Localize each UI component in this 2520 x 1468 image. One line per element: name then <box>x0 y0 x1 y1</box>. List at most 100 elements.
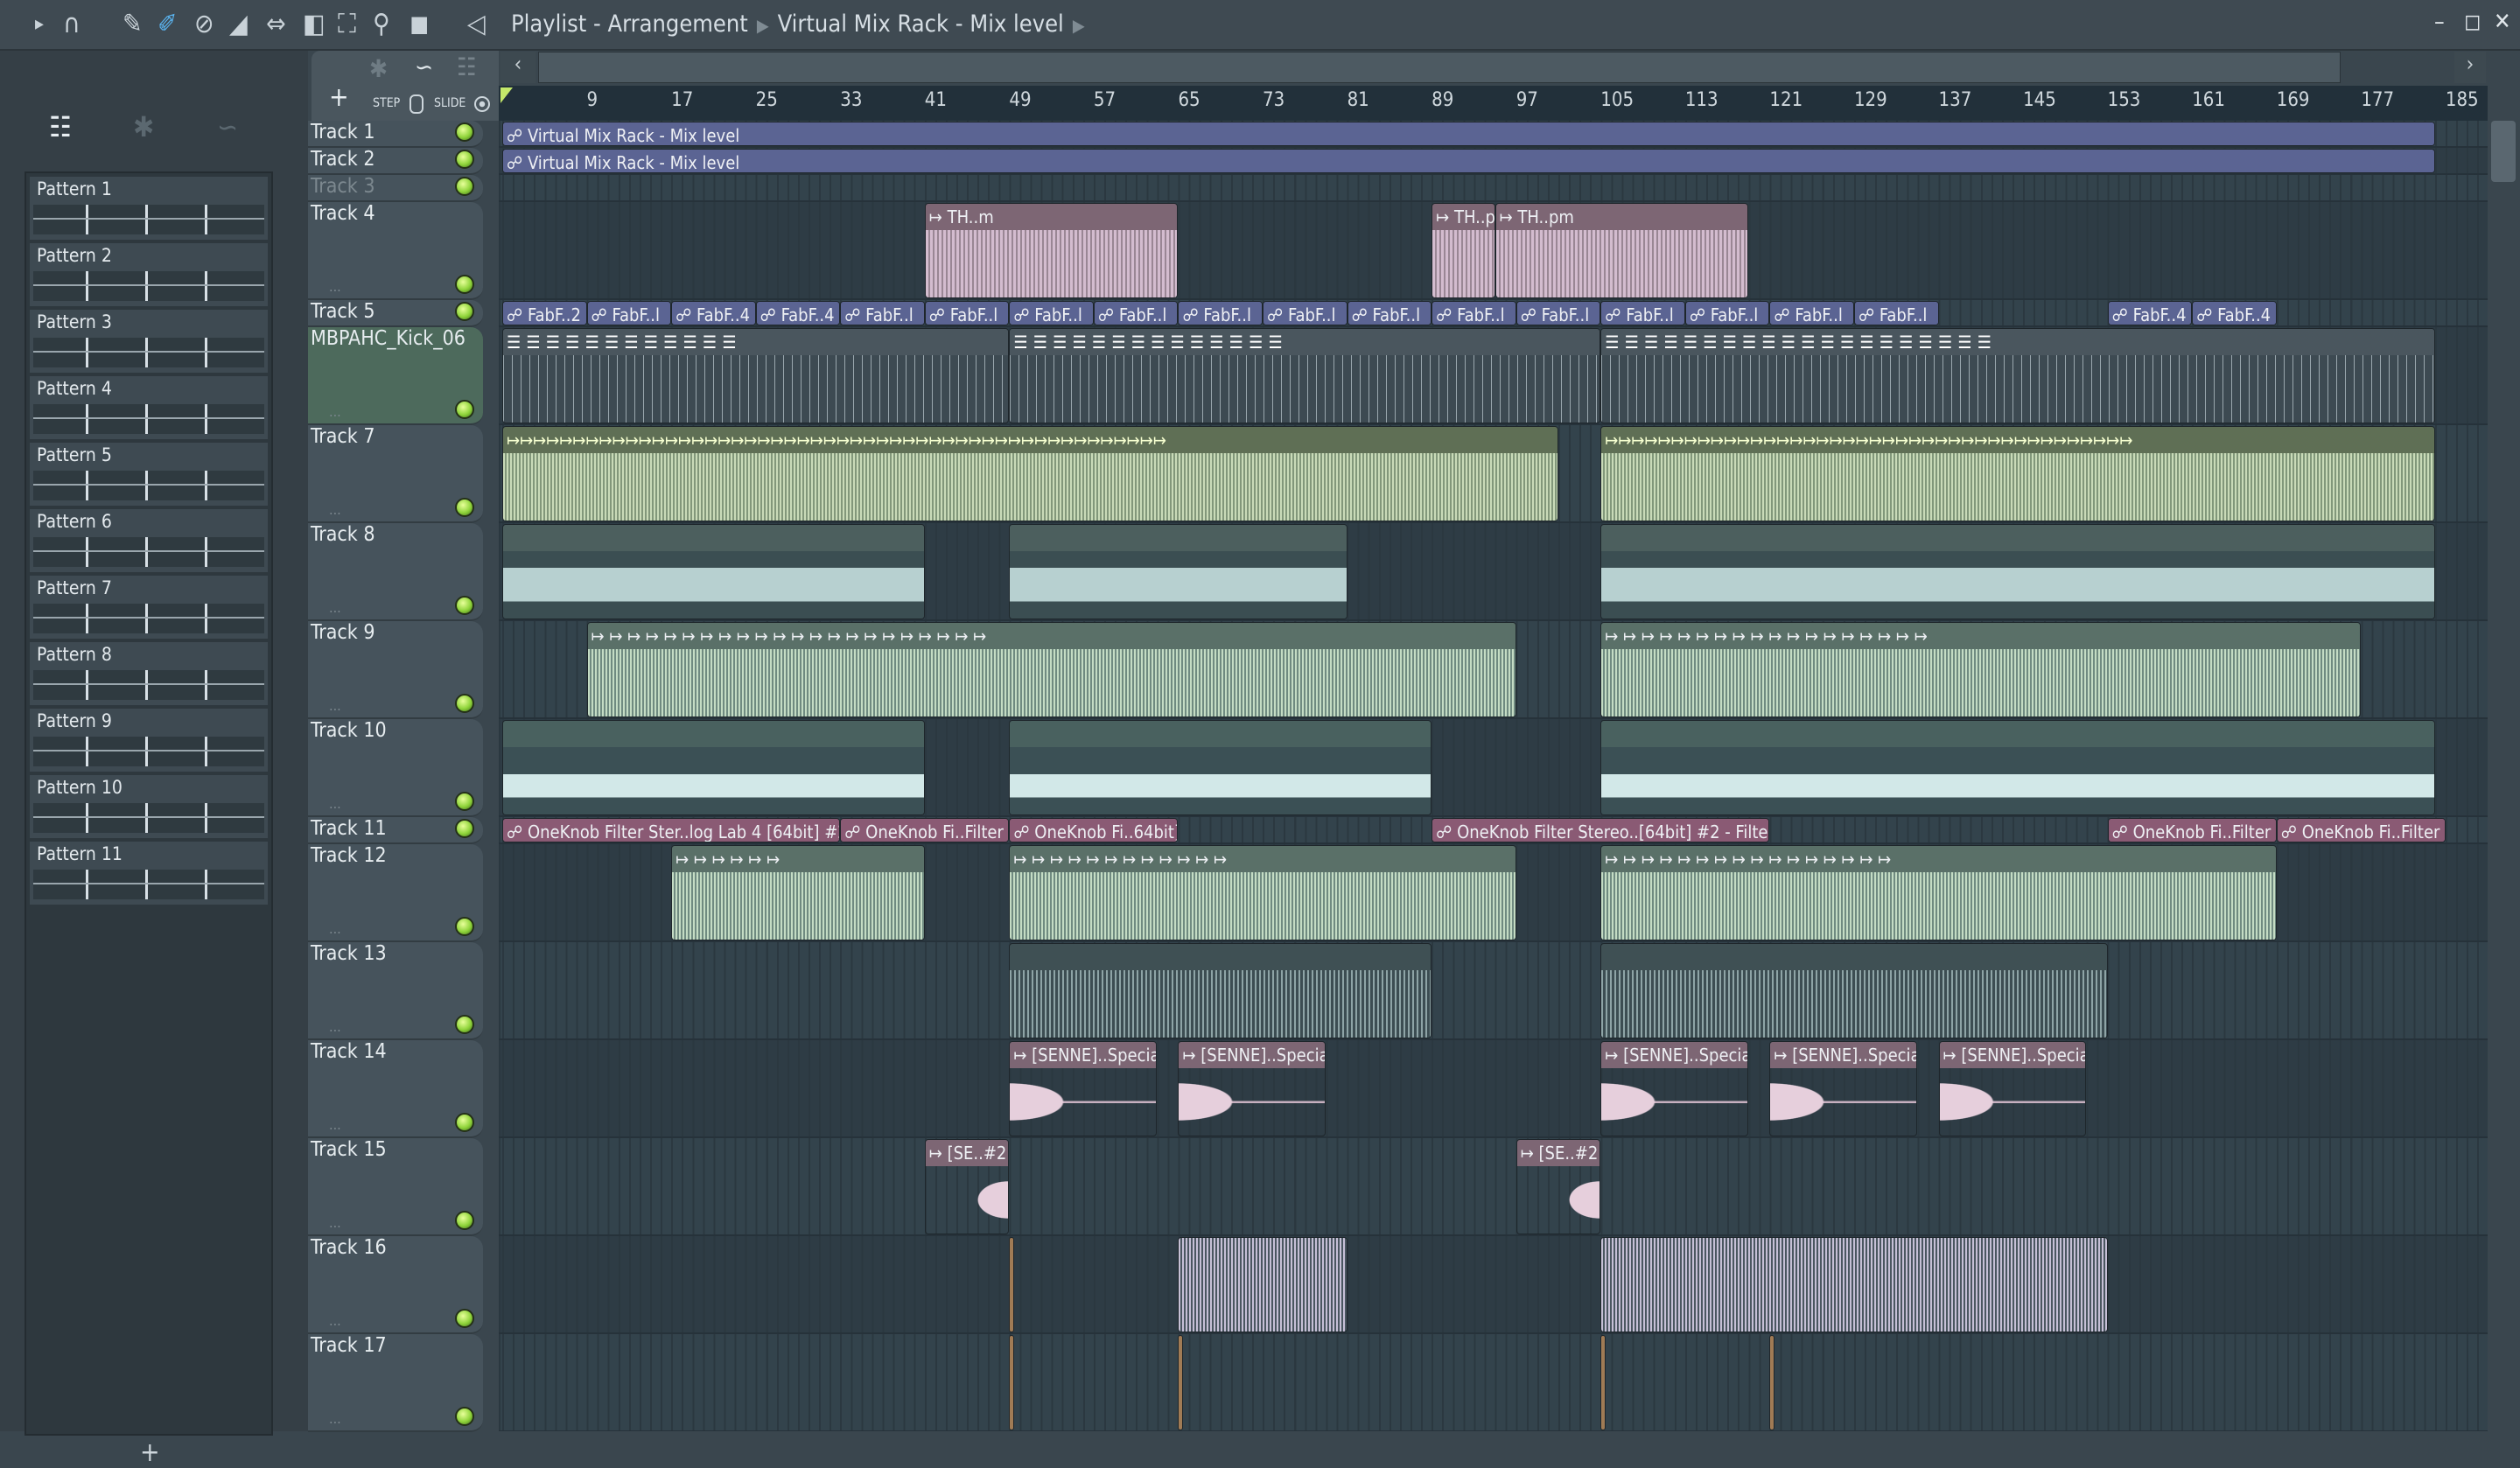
audio-clip[interactable] <box>1009 1335 1015 1430</box>
playhead-marker-icon[interactable] <box>500 87 513 103</box>
track-header[interactable]: Track 15... <box>308 1138 483 1236</box>
clip-header[interactable]: ☍ OneKnob Fi..Filter <box>2277 819 2445 842</box>
clip-header[interactable]: ↦ ↦ ↦ ↦ ↦ ↦ ↦ ↦ ↦ ↦ ↦ ↦ ↦ ↦ ↦ ↦ <box>1601 846 2276 872</box>
automation-clip[interactable]: ☍ FabF..4 <box>2192 301 2277 325</box>
piano-roll-icon[interactable]: ☷ <box>457 52 477 81</box>
track-header[interactable]: Track 7... <box>308 425 483 523</box>
clip-header[interactable]: ↦ [SENNE]..Special <box>1770 1042 1917 1068</box>
pattern-clip[interactable]: ☰ ☰ ☰ ☰ ☰ ☰ ☰ ☰ ☰ ☰ ☰ ☰ <box>502 328 1010 423</box>
clip-header[interactable]: ↦ [SENNE]..Special <box>1939 1042 2086 1068</box>
track-mute-led[interactable] <box>455 917 474 936</box>
clip-header[interactable]: ☍ OneKnob Filter Ster..log Lab 4 [64bit]… <box>503 819 840 842</box>
track-lane[interactable]: ↦ TH..m ↦ TH..pm↦ TH..pm <box>499 202 2488 300</box>
track-grip-icon[interactable]: ... <box>329 501 341 518</box>
audio-clip[interactable]: ↦ [SE..#2 <box>1516 1139 1601 1234</box>
track-mute-led[interactable] <box>455 122 474 142</box>
clip-header[interactable] <box>503 721 924 747</box>
add-pattern-button[interactable]: + <box>140 1437 160 1468</box>
audio-clip[interactable]: ↦ [SENNE]..Special <box>1009 1041 1158 1136</box>
audio-clip[interactable] <box>1009 1237 1015 1332</box>
clip-header[interactable]: ↦ [SENNE]..Special <box>1179 1042 1326 1068</box>
track-mute-led[interactable] <box>455 819 474 838</box>
arrangement-overview[interactable] <box>538 52 2341 83</box>
automation-clip[interactable]: ☍ OneKnob Fi..64bit] <box>1009 818 1179 842</box>
audio-clip[interactable]: ↦ [SENNE]..Special <box>1178 1041 1326 1136</box>
pencil-tool-icon[interactable]: ✎ <box>122 7 143 42</box>
automation-clip[interactable]: ☍ FabF..l <box>1684 301 1770 325</box>
pattern-item[interactable]: Pattern 9 <box>30 709 268 772</box>
clip-header[interactable]: ☍ OneKnob Fi..Filter <box>2108 819 2276 842</box>
clip-header[interactable]: ☍ OneKnob Filter Stereo..[64bit] #2 - Fi… <box>1432 819 1769 842</box>
track-mute-led[interactable] <box>455 275 474 294</box>
clip-header[interactable]: ☍ FabF..l <box>1348 302 1432 325</box>
timeline-ruler[interactable]: 9 17 25 33 41 49 57 65 73 81 89 97 105 113 121 129 137 14… <box>499 86 2488 121</box>
track-lane[interactable]: ☍ OneKnob Filter Ster..log Lab 4 [64bit]… <box>499 817 2488 844</box>
track-header[interactable]: Track 12... <box>308 844 483 942</box>
piano-icon[interactable]: ☷ <box>49 110 72 143</box>
audio-clip[interactable]: ↦ ↦ ↦ ↦ ↦ ↦ ↦ ↦ ↦ ↦ ↦ ↦ <box>1009 845 1516 940</box>
audio-clip[interactable]: ↦ [SENNE]..Special <box>1769 1041 1918 1136</box>
clip-header[interactable]: ☍ FabF..l <box>1264 302 1347 325</box>
track-mute-led[interactable] <box>455 792 474 811</box>
clip-header[interactable]: ☍ Virtual Mix Rack - Mix level <box>503 150 2434 172</box>
clip-header[interactable]: ☍ FabF..l <box>1854 302 1938 325</box>
audio-clip[interactable] <box>1009 720 1432 815</box>
track-grip-icon[interactable]: ... <box>329 697 341 714</box>
track-grip-icon[interactable]: ... <box>329 920 341 937</box>
track-mute-led[interactable] <box>455 400 474 419</box>
automation-clip[interactable]: ☍ FabF..4 <box>671 301 756 325</box>
track-lane[interactable] <box>499 942 2488 1040</box>
audio-clip[interactable] <box>1600 720 2435 815</box>
track-mute-led[interactable] <box>455 1015 474 1034</box>
track-grip-icon[interactable]: ... <box>329 403 341 420</box>
clip-header[interactable]: ☍ Virtual Mix Rack - Mix level <box>503 122 2434 145</box>
track-lane[interactable]: ☍ FabF..2 ☍ FabF..l ☍ FabF..4 ☍ FabF..4 ☍ Fa… <box>499 300 2488 327</box>
slice-tool-icon[interactable]: ◧ <box>303 7 326 42</box>
track-grip-icon[interactable]: ... <box>329 1018 341 1035</box>
automation-clip[interactable]: ☍ FabF..l <box>1347 301 1432 325</box>
clip-header[interactable]: ☍ FabF..l <box>1685 302 1769 325</box>
clip-header[interactable] <box>1601 944 2106 970</box>
audio-clip[interactable]: ↦ ↦ ↦ ↦ ↦ ↦ ↦ ↦ ↦ ↦ ↦ ↦ ↦ ↦ ↦ ↦ <box>1600 845 2277 940</box>
pattern-item[interactable]: Pattern 8 <box>30 642 268 705</box>
clip-header[interactable]: ↦ ↦ ↦ ↦ ↦ ↦ <box>672 846 924 872</box>
automation-clip[interactable]: ☍ Virtual Mix Rack - Mix level <box>502 149 2435 173</box>
clip-header[interactable]: ☍ OneKnob Fi..64bit] <box>1010 819 1178 842</box>
delete-tool-icon[interactable]: ⊘ <box>194 7 214 42</box>
close-icon[interactable]: ✕ <box>2494 9 2511 35</box>
automation-clip[interactable]: ☍ FabF..2 <box>502 301 587 325</box>
pattern-clip[interactable]: ☰ ☰ ☰ ☰ ☰ ☰ ☰ ☰ ☰ ☰ ☰ ☰ ☰ ☰ ☰ ☰ ☰ ☰ ☰ ☰ <box>1600 328 2435 423</box>
pattern-item[interactable]: Pattern 4 <box>30 376 268 439</box>
track-grip-icon[interactable]: ... <box>329 1116 341 1133</box>
pattern-item[interactable]: Pattern 2 <box>30 243 268 306</box>
clip-header[interactable]: ↦ TH..pm <box>1432 204 1494 230</box>
automation-clip[interactable]: ☍ FabF..l <box>1600 301 1685 325</box>
automation-clip[interactable]: ☍ FabF..l <box>1178 301 1264 325</box>
automation-clip[interactable]: ☍ OneKnob Fi..Filter <box>2107 818 2277 842</box>
automation-clip[interactable]: ☍ FabF..l <box>1432 301 1516 325</box>
automation-clip[interactable]: ☍ FabF..l <box>1093 301 1179 325</box>
title-mix-level[interactable]: Virtual Mix Rack - Mix level <box>778 10 1064 38</box>
slip-tool-icon[interactable]: ⇔ <box>266 7 286 42</box>
clip-header[interactable] <box>1010 1336 1013 1362</box>
track-header[interactable]: Track 17... <box>308 1334 483 1432</box>
track-grip-icon[interactable]: ... <box>329 599 341 616</box>
clip-header[interactable]: ☍ FabF..l <box>1601 302 1684 325</box>
clip-header[interactable]: ↦ TH..pm <box>1495 204 1748 230</box>
clip-header[interactable]: ☍ FabF..l <box>1179 302 1263 325</box>
automation-clip[interactable]: ☍ Virtual Mix Rack - Mix level <box>502 122 2435 146</box>
clip-header[interactable] <box>1179 1336 1182 1362</box>
track-header[interactable]: Track 1 <box>308 121 483 148</box>
pattern-item[interactable]: Pattern 1 <box>30 177 268 240</box>
audio-wave-icon[interactable]: ✱ <box>133 110 154 143</box>
audio-clip[interactable]: ↦ TH..pm <box>1494 203 1749 298</box>
clip-header[interactable]: ↦ TH..m <box>925 204 1178 230</box>
maximize-icon[interactable]: ◻ <box>2464 9 2481 35</box>
track-grip-icon[interactable]: ... <box>329 795 341 812</box>
audio-clip[interactable]: ↦↦↦↦↦↦↦↦↦↦↦↦↦↦↦↦↦↦↦↦↦↦↦↦↦↦↦↦↦↦↦↦↦↦↦↦↦↦↦↦… <box>502 426 1558 521</box>
clip-header[interactable]: ☍ FabF..l <box>1010 302 1093 325</box>
slide-toggle[interactable] <box>474 96 490 112</box>
pattern-clip[interactable]: ☰ ☰ ☰ ☰ ☰ ☰ ☰ ☰ ☰ ☰ ☰ ☰ ☰ ☰ <box>1009 328 1601 423</box>
clip-header[interactable]: ☍ FabF..l <box>925 302 1009 325</box>
track-mute-led[interactable] <box>455 302 474 321</box>
